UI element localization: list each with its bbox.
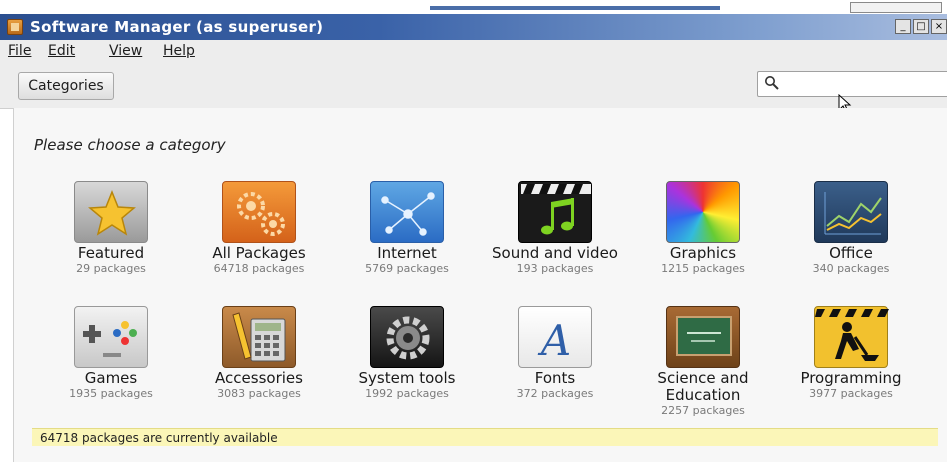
category-count: 64718 packages xyxy=(213,262,305,275)
category-science-and-education[interactable]: Science and Education 2257 packages xyxy=(629,306,777,417)
category-name: Science and Education xyxy=(657,369,749,404)
category-name: All Packages xyxy=(212,244,306,262)
menu-edit-label: Edit xyxy=(48,43,76,59)
chalkboard-icon xyxy=(666,306,740,368)
app-icon xyxy=(7,19,23,35)
category-name: Accessories xyxy=(215,369,303,387)
category-internet[interactable]: Internet 5769 packages xyxy=(333,181,481,275)
category-name: Fonts xyxy=(534,369,576,387)
menu-help-label: Help xyxy=(163,43,195,59)
maximize-button[interactable]: □ xyxy=(913,19,929,34)
category-graphics[interactable]: Graphics 1215 packages xyxy=(629,181,777,275)
window-title: Software Manager (as superuser) xyxy=(30,18,324,36)
choose-category-heading: Please choose a category xyxy=(34,136,226,154)
line-chart-icon xyxy=(814,181,888,243)
category-count: 2257 packages xyxy=(661,404,745,417)
menu-view-label: View xyxy=(109,43,143,59)
category-name: Sound and video xyxy=(492,244,618,262)
menu-view[interactable]: View xyxy=(109,43,142,59)
category-system-tools[interactable]: System tools 1992 packages xyxy=(333,306,481,400)
background-window-strip xyxy=(0,0,947,14)
category-name: Programming xyxy=(800,369,902,387)
category-sound-and-video[interactable]: Sound and video 193 packages xyxy=(481,181,629,275)
minimize-button[interactable]: _ xyxy=(895,19,911,34)
category-count: 372 packages xyxy=(516,387,594,400)
category-panel: Please choose a category Featured 29 pac… xyxy=(13,108,947,462)
menu-help[interactable]: Help xyxy=(163,43,195,59)
network-globe-icon xyxy=(370,181,444,243)
category-count: 29 packages xyxy=(76,262,146,275)
window-controls: _ □ × xyxy=(895,19,947,34)
category-count: 193 packages xyxy=(516,262,594,275)
categories-button[interactable]: Categories xyxy=(18,72,114,100)
category-name: Games xyxy=(84,369,138,387)
menu-file[interactable]: File xyxy=(8,43,31,59)
category-count: 3083 packages xyxy=(217,387,301,400)
svg-text:A: A xyxy=(537,316,571,365)
category-games[interactable]: Games 1935 packages xyxy=(37,306,185,400)
category-office[interactable]: Office 340 packages xyxy=(777,181,925,275)
category-count: 5769 packages xyxy=(365,262,449,275)
category-name: Office xyxy=(829,244,873,262)
category-count: 340 packages xyxy=(812,262,890,275)
calculator-pencil-icon xyxy=(222,306,296,368)
category-count: 1992 packages xyxy=(365,387,449,400)
category-fonts[interactable]: A Fonts 372 packages xyxy=(481,306,629,400)
category-name: Featured xyxy=(77,244,145,262)
toolbar: Categories xyxy=(0,63,947,109)
star-icon xyxy=(74,181,148,243)
clapperboard-music-icon xyxy=(518,181,592,243)
category-accessories[interactable]: Accessories 3083 packages xyxy=(185,306,333,400)
color-wheel-icon xyxy=(666,181,740,243)
close-button[interactable]: × xyxy=(931,19,947,34)
search-icon xyxy=(764,75,780,95)
category-name: System tools xyxy=(358,369,456,387)
category-count: 1935 packages xyxy=(69,387,153,400)
menu-edit[interactable]: Edit xyxy=(48,43,75,59)
menu-bar: File Edit View Help xyxy=(0,40,947,63)
window-titlebar[interactable]: Software Manager (as superuser) _ □ × xyxy=(0,14,947,40)
category-all-packages[interactable]: All Packages 64718 packages xyxy=(185,181,333,275)
category-count: 1215 packages xyxy=(661,262,745,275)
gears-icon xyxy=(222,181,296,243)
category-featured[interactable]: Featured 29 packages xyxy=(37,181,185,275)
gear-icon xyxy=(370,306,444,368)
construction-worker-icon xyxy=(814,306,889,368)
letter-a-icon: A xyxy=(518,306,592,368)
gamepad-icon xyxy=(74,306,148,368)
category-name: Graphics xyxy=(669,244,737,262)
search-field[interactable] xyxy=(757,71,947,97)
status-bar: 64718 packages are currently available xyxy=(32,428,938,446)
menu-file-label: File xyxy=(8,43,32,59)
category-programming[interactable]: Programming 3977 packages xyxy=(777,306,925,400)
category-count: 3977 packages xyxy=(809,387,893,400)
category-name: Internet xyxy=(377,244,437,262)
